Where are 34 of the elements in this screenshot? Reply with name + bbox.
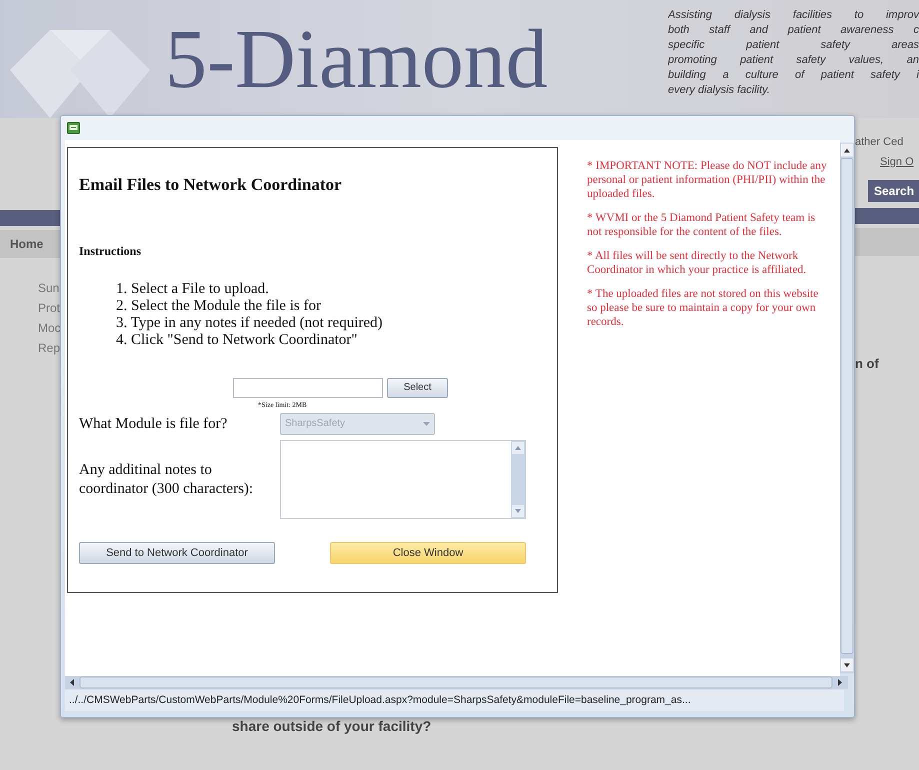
notice-text: * IMPORTANT NOTE: Please do NOT include any personal or patient information (PHI/PII) within the uploaded files. bbox=[587, 159, 827, 201]
scrollbar[interactable] bbox=[511, 441, 525, 518]
select-button[interactable]: Select bbox=[387, 378, 448, 398]
notice-text: * The uploaded files are not stored on this website so please be sure to maintain a copy for your own records. bbox=[587, 287, 820, 329]
logo-text: 5-Diamond bbox=[165, 18, 548, 102]
module-label: What Module is file for? bbox=[79, 414, 228, 434]
instructions-label: Instructions bbox=[79, 242, 142, 260]
form-heading: Email Files to Network Coordinator bbox=[79, 174, 343, 196]
scrollbar[interactable] bbox=[840, 140, 854, 676]
sidebar-link[interactable]: Rep bbox=[0, 338, 60, 358]
question-text: share outside of your facility? bbox=[232, 717, 432, 736]
notice-text: * All files will be sent directly to the Network Coordinator in which your practice is affiliated. bbox=[587, 249, 808, 277]
window-icon bbox=[67, 122, 80, 134]
notes-label: Any additinal notes to coordinator (300 characters): bbox=[79, 461, 254, 499]
nav-band bbox=[855, 208, 919, 224]
nav-band bbox=[0, 210, 60, 226]
user-name: ather Ced bbox=[855, 135, 904, 150]
status-url: ../../CMSWebParts/CustomWebParts/Module%20Forms/FileUpload.aspx?module=SharpsSafety&moduleFile=baseline_program_as... bbox=[69, 692, 691, 708]
notes-field[interactable] bbox=[280, 440, 526, 519]
file-field[interactable] bbox=[233, 378, 383, 398]
menu-bar bbox=[855, 228, 919, 256]
caret-icon bbox=[423, 422, 430, 426]
search-button[interactable]: Search bbox=[868, 180, 919, 202]
home-tab[interactable]: Home bbox=[0, 235, 44, 253]
scrollbar[interactable] bbox=[65, 676, 848, 689]
send-button[interactable]: Send to Network Coordinator bbox=[79, 542, 275, 564]
instructions-list: 1. Select a File to upload. 2. Select the Module the file is for 3. Type in any notes if needed (not required) 4. Click "Send to Network Coordinator" bbox=[116, 280, 546, 348]
section-heading: n of bbox=[855, 355, 880, 373]
close-window-button[interactable]: Close Window bbox=[330, 542, 526, 564]
sign-out-link[interactable]: Sign O bbox=[880, 154, 919, 170]
notice-text: * WVMI or the 5 Diamond Patient Safety team is not responsible for the content of the files. bbox=[587, 211, 816, 239]
sidebar-link[interactable]: Moc bbox=[0, 318, 60, 338]
sidebar-link[interactable]: Sun bbox=[0, 278, 60, 298]
sidebar-link[interactable]: Prot bbox=[0, 298, 60, 318]
